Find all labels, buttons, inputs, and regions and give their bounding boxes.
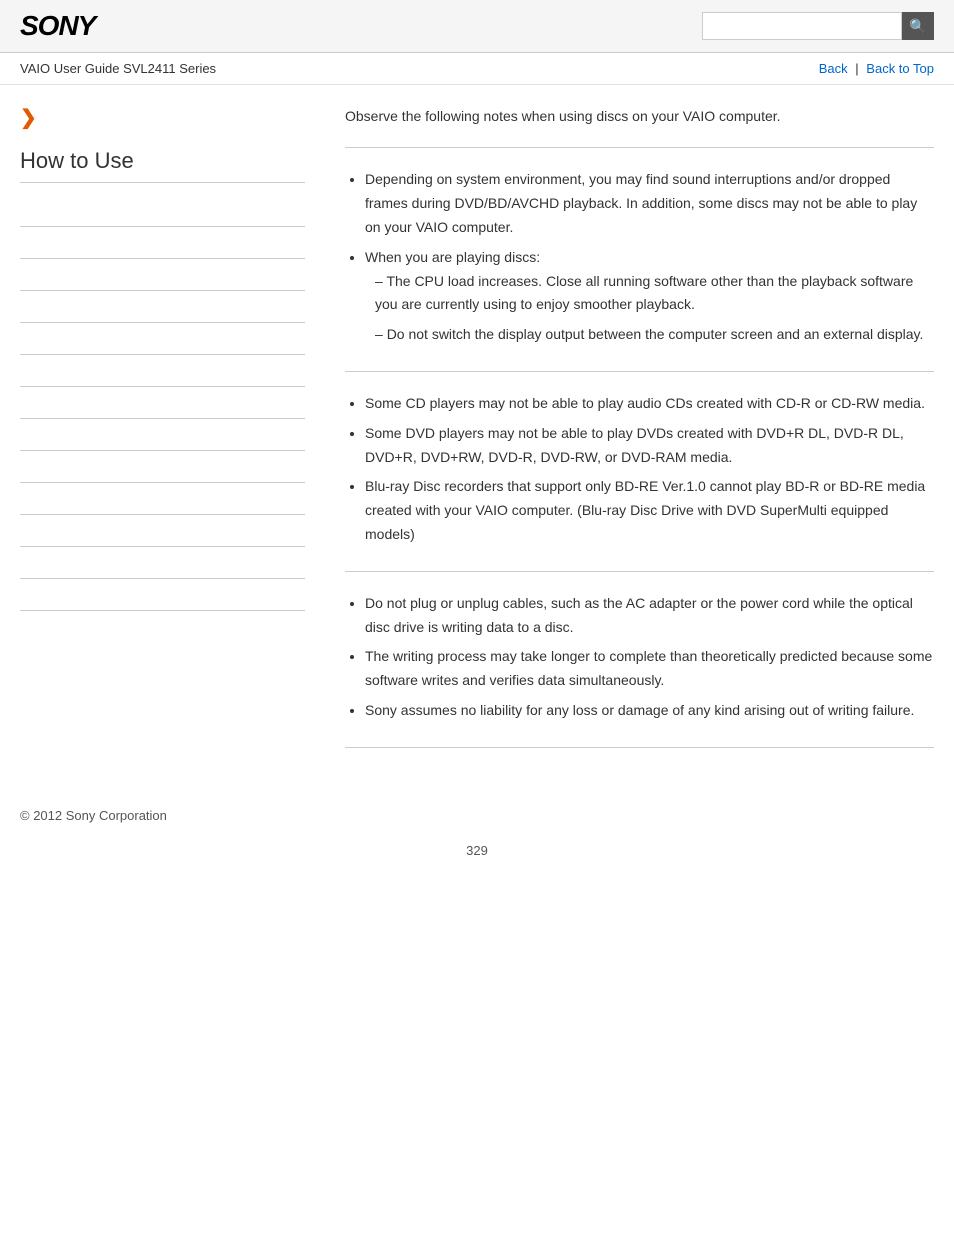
sidebar-title: How to Use [20,148,305,183]
section-divider-2 [345,371,934,372]
copyright: © 2012 Sony Corporation [0,788,954,843]
content-area: Observe the following notes when using d… [325,105,934,768]
content-section-1: Depending on system environment, you may… [345,168,934,347]
section2-item-1: Some CD players may not be able to play … [365,392,934,416]
sidebar-nav-item[interactable] [20,227,305,259]
section3-item-3: Sony assumes no liability for any loss o… [365,699,934,723]
section-divider-1 [345,147,934,148]
sidebar-nav-item[interactable] [20,579,305,611]
sidebar-nav-item[interactable] [20,291,305,323]
sidebar-nav-item[interactable] [20,387,305,419]
sony-logo: SONY [20,10,95,42]
page-header: SONY 🔍 [0,0,954,53]
back-link[interactable]: Back [819,61,848,76]
sidebar-nav-item[interactable] [20,547,305,579]
breadcrumb: VAIO User Guide SVL2411 Series [20,61,216,76]
page-number: 329 [0,843,954,878]
sidebar-nav-item[interactable] [20,355,305,387]
section1-item-2: When you are playing discs: The CPU load… [365,246,934,347]
section1-item-1: Depending on system environment, you may… [365,168,934,239]
section3-item-1: Do not plug or unplug cables, such as th… [365,592,934,640]
section1-sublist: The CPU load increases. Close all runnin… [365,270,934,347]
nav-bar: VAIO User Guide SVL2411 Series Back | Ba… [0,53,954,85]
main-content: ❯ How to Use Observe the following notes… [0,85,954,788]
section2-item-3: Blu-ray Disc recorders that support only… [365,475,934,546]
sidebar-nav-item[interactable] [20,195,305,227]
content-section-2: Some CD players may not be able to play … [345,392,934,547]
sidebar-nav-item[interactable] [20,323,305,355]
sidebar: ❯ How to Use [20,105,325,768]
nav-links: Back | Back to Top [819,61,934,76]
section-divider-4 [345,747,934,748]
back-to-top-link[interactable]: Back to Top [866,61,934,76]
sidebar-nav-list [20,195,305,611]
sidebar-chevron-icon: ❯ [20,105,305,130]
search-icon: 🔍 [909,18,926,35]
nav-separator: | [855,61,858,76]
section1-subitem-2: Do not switch the display output between… [375,323,934,347]
section2-list: Some CD players may not be able to play … [345,392,934,547]
sidebar-nav-item[interactable] [20,259,305,291]
sidebar-nav-item[interactable] [20,451,305,483]
section2-item-2: Some DVD players may not be able to play… [365,422,934,470]
sidebar-nav-item[interactable] [20,483,305,515]
search-area: 🔍 [702,12,934,40]
sidebar-nav-item[interactable] [20,515,305,547]
content-section-3: Do not plug or unplug cables, such as th… [345,592,934,723]
search-input[interactable] [702,12,902,40]
sidebar-nav-item[interactable] [20,419,305,451]
content-intro: Observe the following notes when using d… [345,105,934,127]
section1-subitem-1: The CPU load increases. Close all runnin… [375,270,934,318]
search-button[interactable]: 🔍 [902,12,934,40]
section-divider-3 [345,571,934,572]
section3-list: Do not plug or unplug cables, such as th… [345,592,934,723]
section3-item-2: The writing process may take longer to c… [365,645,934,693]
section1-list: Depending on system environment, you may… [345,168,934,347]
